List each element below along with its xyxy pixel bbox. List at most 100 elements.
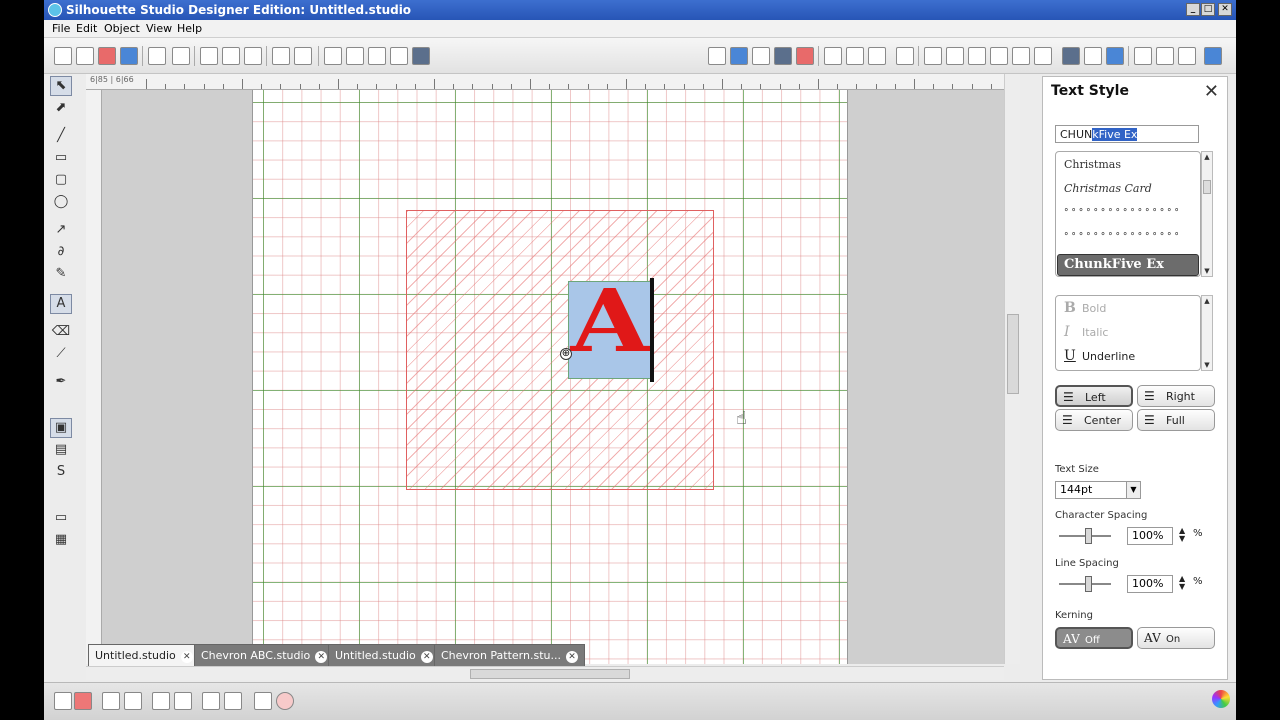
edit-points-icon[interactable]: ⬈ xyxy=(50,98,72,118)
chevron-down-icon[interactable]: ▼ xyxy=(1126,482,1140,498)
menu-file[interactable]: File xyxy=(52,22,70,35)
scroll-up-icon[interactable]: ▲ xyxy=(1202,296,1212,306)
make-compound-icon[interactable] xyxy=(102,692,120,710)
align-center-button[interactable]: ☰ Center xyxy=(1055,409,1133,431)
curve-tool-icon[interactable]: ↗ xyxy=(50,220,72,240)
character-spacing-input[interactable]: 100% xyxy=(1127,527,1173,545)
save-icon[interactable] xyxy=(98,47,116,65)
copy-icon[interactable] xyxy=(200,47,218,65)
bring-to-front-icon[interactable] xyxy=(202,692,220,710)
line-style-icon[interactable] xyxy=(796,47,814,65)
minimize-button[interactable]: _ xyxy=(1186,3,1200,16)
align-icon[interactable] xyxy=(824,47,842,65)
text-tool-icon[interactable]: A xyxy=(50,294,72,314)
offset-icon[interactable] xyxy=(276,692,294,710)
character-spacing-stepper[interactable]: ▲ ▼ xyxy=(1179,527,1187,543)
color-wheel-icon[interactable] xyxy=(1212,690,1230,708)
font-style-list[interactable]: B Bold I Italic U Underline xyxy=(1055,295,1201,371)
page-view-icon[interactable]: ▭ xyxy=(50,508,72,528)
text-style-icon[interactable] xyxy=(896,47,914,65)
align-left-button[interactable]: ☰ Left xyxy=(1055,385,1133,407)
tab-chevron-pattern[interactable]: Chevron Pattern.stu... ✕ xyxy=(434,644,585,666)
save-to-library-icon[interactable] xyxy=(120,47,138,65)
tab-close-icon[interactable]: ✕ xyxy=(315,651,328,663)
line-spacing-stepper[interactable]: ▲ ▼ xyxy=(1179,575,1187,591)
show-cut-area-icon[interactable]: ▣ xyxy=(50,418,72,438)
font-item-selected[interactable]: ChunkFive Ex xyxy=(1057,254,1199,276)
design-canvas[interactable]: A ⊕ ☝ xyxy=(102,90,1004,664)
tab-close-icon[interactable]: ✕ xyxy=(566,651,578,663)
font-item[interactable]: Christmas Card xyxy=(1064,182,1152,195)
font-list[interactable]: Christmas Christmas Card ° ° ° ° ° ° ° °… xyxy=(1055,151,1201,277)
ungroup-icon[interactable] xyxy=(74,692,92,710)
duplicate-icon[interactable] xyxy=(152,692,170,710)
font-list-scroll-thumb[interactable] xyxy=(1203,180,1211,194)
menu-edit[interactable]: Edit xyxy=(76,22,97,35)
arrange-icon[interactable] xyxy=(868,47,886,65)
pan-icon[interactable] xyxy=(390,47,408,65)
font-search-input[interactable]: CHUNkFive Ex xyxy=(1055,125,1199,143)
maximize-button[interactable]: □ xyxy=(1201,3,1215,16)
tab-untitled-1[interactable]: Untitled.studio ✕ xyxy=(88,644,200,666)
delete-icon[interactable] xyxy=(174,692,192,710)
line-tool-icon[interactable]: ╱ xyxy=(50,126,72,146)
fill-gradient-icon[interactable] xyxy=(752,47,770,65)
slider-knob[interactable] xyxy=(1085,576,1092,592)
cut-scissors-icon[interactable] xyxy=(244,47,262,65)
style-bold[interactable]: B Bold xyxy=(1064,300,1106,316)
style-italic[interactable]: I Italic xyxy=(1064,324,1108,340)
knife-tool-icon[interactable]: ⟋ xyxy=(50,344,72,364)
library-icon[interactable] xyxy=(1062,47,1080,65)
paste-icon[interactable] xyxy=(222,47,240,65)
font-item[interactable]: ° ° ° ° ° ° ° ° ° ° ° ° ° ° ° ° xyxy=(1064,232,1179,242)
style-underline[interactable]: U Underline xyxy=(1064,348,1135,364)
scroll-down-icon[interactable]: ▼ xyxy=(1202,266,1212,276)
rotate-handle-icon[interactable]: ⊕ xyxy=(560,348,572,360)
tab-close-icon[interactable]: ✕ xyxy=(420,651,433,663)
tab-chevron-abc[interactable]: Chevron ABC.studio ✕ xyxy=(194,644,335,666)
trace-icon[interactable] xyxy=(1178,47,1196,65)
select-tool-icon[interactable]: ⬉ xyxy=(50,76,72,96)
group-icon[interactable] xyxy=(54,692,72,710)
cut-settings-icon[interactable] xyxy=(1156,47,1174,65)
shear-icon[interactable] xyxy=(990,47,1008,65)
registration-icon[interactable] xyxy=(1134,47,1152,65)
freehand-tool-icon[interactable]: ✎ xyxy=(50,264,72,284)
font-item[interactable]: Christmas xyxy=(1064,158,1121,171)
menu-object[interactable]: Object xyxy=(104,22,140,35)
kerning-on-button[interactable]: AV On xyxy=(1137,627,1215,649)
ellipse-tool-icon[interactable]: ◯ xyxy=(50,192,72,212)
fit-to-page-icon[interactable] xyxy=(412,47,430,65)
horizontal-scrollbar[interactable] xyxy=(86,666,1004,680)
character-spacing-slider[interactable] xyxy=(1059,528,1111,544)
horizontal-scroll-thumb[interactable] xyxy=(470,669,630,679)
zoom-select-icon[interactable] xyxy=(368,47,386,65)
tab-untitled-2[interactable]: Untitled.studio ✕ xyxy=(328,644,440,666)
line-spacing-input[interactable]: 100% xyxy=(1127,575,1173,593)
new-file-icon[interactable] xyxy=(54,47,72,65)
font-list-scrollbar[interactable]: ▲ ▼ xyxy=(1201,151,1213,277)
grid-settings-icon[interactable] xyxy=(1204,47,1222,65)
weld-icon[interactable] xyxy=(254,692,272,710)
align-right-button[interactable]: ☰ Right xyxy=(1137,385,1215,407)
tab-close-icon[interactable]: ✕ xyxy=(180,651,193,663)
line-color-icon[interactable] xyxy=(774,47,792,65)
split-view-icon[interactable]: ▦ xyxy=(50,530,72,550)
print-icon[interactable] xyxy=(148,47,166,65)
send-to-back-icon[interactable] xyxy=(224,692,242,710)
menu-help[interactable]: Help xyxy=(177,22,202,35)
fill-pattern-icon[interactable] xyxy=(730,47,748,65)
align-full-button[interactable]: ☰ Full xyxy=(1137,409,1215,431)
scale-icon[interactable] xyxy=(968,47,986,65)
text-size-select[interactable]: 144pt ▼ xyxy=(1055,481,1141,499)
close-window-button[interactable]: ✕ xyxy=(1218,3,1232,16)
slider-knob[interactable] xyxy=(1085,528,1092,544)
rotate-icon[interactable] xyxy=(946,47,964,65)
style-list-scrollbar[interactable]: ▲ ▼ xyxy=(1201,295,1213,371)
library-book-icon[interactable]: ▤ xyxy=(50,440,72,460)
undo-icon[interactable] xyxy=(272,47,290,65)
kerning-off-button[interactable]: AV Off xyxy=(1055,627,1133,649)
release-compound-icon[interactable] xyxy=(124,692,142,710)
vertical-scrollbar[interactable] xyxy=(1004,74,1020,664)
menu-view[interactable]: View xyxy=(146,22,172,35)
